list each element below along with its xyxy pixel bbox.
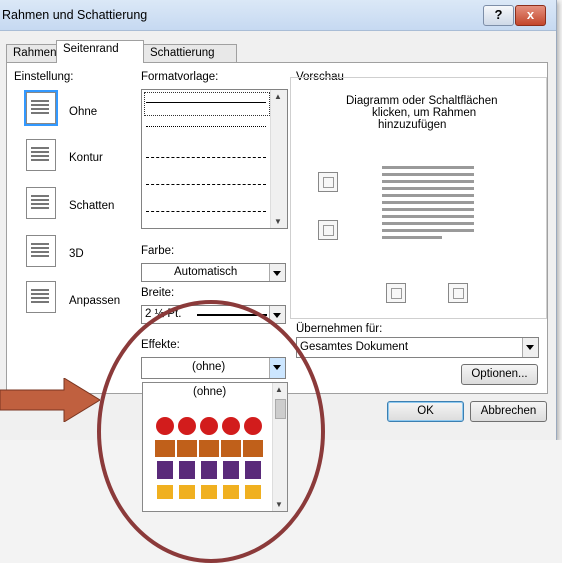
dialog-title: Rahmen und Schattierung	[2, 8, 148, 22]
preview-line	[382, 187, 474, 190]
line-style-list[interactable]: ▲ ▼	[141, 89, 288, 229]
style-long-dash[interactable]	[146, 184, 266, 185]
scroll-up-icon[interactable]: ▲	[275, 385, 283, 394]
close-icon: x	[526, 7, 535, 22]
tab-seitenrand[interactable]: Seitenrand	[56, 40, 144, 63]
page-icon	[31, 287, 49, 305]
border-bottom-button[interactable]	[318, 220, 338, 240]
dialog-window: Rahmen und Schattierung ? x Rahmen Seite…	[0, 0, 557, 440]
preview-line	[382, 229, 474, 232]
tab-rahmen[interactable]: Rahmen	[6, 44, 58, 62]
help-button[interactable]: ?	[483, 5, 514, 26]
preview-hint-3: hinzuzufügen	[378, 119, 447, 131]
border-left-icon	[391, 288, 402, 299]
settings-label: Einstellung:	[14, 71, 74, 83]
preview-line	[382, 201, 474, 204]
page-icon	[31, 193, 49, 211]
page-icon	[31, 241, 49, 259]
dropdown-scrollbar[interactable]: ▲ ▼	[272, 383, 287, 511]
style-dash-dot[interactable]	[146, 211, 266, 212]
dropdown-button[interactable]	[269, 358, 285, 378]
page-icon	[31, 145, 49, 163]
preview-line	[382, 173, 474, 176]
style-dotted[interactable]	[146, 126, 266, 127]
setting-kontur-label: Kontur	[69, 152, 103, 164]
help-icon: ?	[494, 7, 503, 22]
border-top-button[interactable]	[318, 172, 338, 192]
effect-option-none[interactable]: (ohne)	[143, 383, 269, 403]
selected-style	[144, 92, 270, 116]
farbe-value: Automatisch	[174, 266, 238, 278]
setting-ohne-button[interactable]	[24, 90, 58, 126]
chevron-down-icon	[273, 313, 281, 318]
style-dashed[interactable]	[146, 157, 266, 158]
preview-line	[382, 215, 474, 218]
chevron-down-icon	[273, 365, 281, 370]
setting-3d-label: 3D	[69, 248, 84, 260]
border-right-button[interactable]	[448, 283, 468, 303]
preview-line	[382, 222, 474, 225]
ok-button[interactable]: OK	[387, 401, 464, 422]
annotation-arrow-icon	[0, 378, 100, 422]
breite-select[interactable]: 2 ½ Pt.	[141, 305, 286, 324]
scroll-up-icon[interactable]: ▲	[274, 92, 282, 101]
drink-art-icon	[157, 461, 261, 479]
scroll-down-icon[interactable]: ▼	[274, 217, 282, 226]
style-solid[interactable]	[146, 102, 266, 103]
chevron-down-icon	[273, 271, 281, 276]
dropdown-button[interactable]	[269, 306, 285, 323]
breite-label: Breite:	[141, 287, 175, 299]
optionen-button[interactable]: Optionen...	[461, 364, 538, 385]
apple-art-icon	[156, 417, 262, 435]
tab-schattierung[interactable]: Schattierung	[143, 44, 237, 62]
preview-line	[382, 166, 474, 169]
close-button[interactable]: x	[515, 5, 546, 26]
setting-kontur-button[interactable]	[26, 139, 56, 171]
border-right-icon	[453, 288, 464, 299]
cake-art-icon	[155, 440, 263, 457]
effekte-select[interactable]: (ohne)	[141, 357, 286, 379]
cheese-art-icon	[157, 485, 261, 499]
farbe-label: Farbe:	[141, 245, 175, 257]
preview-line	[382, 194, 474, 197]
effect-option-label: (ohne)	[193, 386, 227, 398]
uebernehmen-select[interactable]: Gesamtes Dokument	[296, 337, 539, 358]
effect-option-drinks[interactable]	[143, 459, 269, 481]
setting-schatten-button[interactable]	[26, 187, 56, 219]
preview-hint-1: Diagramm oder Schaltflächen	[346, 95, 498, 107]
effect-option-apples[interactable]	[143, 415, 269, 437]
setting-anpassen-label: Anpassen	[69, 295, 121, 307]
dropdown-button[interactable]	[522, 338, 538, 357]
setting-anpassen-button[interactable]	[26, 281, 56, 313]
width-sample-line	[197, 314, 267, 316]
uebernehmen-label: Übernehmen für:	[296, 323, 383, 335]
page-icon	[31, 98, 49, 116]
preview-line	[382, 208, 474, 211]
cancel-button[interactable]: Abbrechen	[470, 401, 547, 422]
effekte-value: (ohne)	[192, 361, 226, 373]
border-left-button[interactable]	[386, 283, 406, 303]
preview-hint-2: klicken, um Rahmen	[372, 107, 477, 119]
effect-option-cheese[interactable]	[143, 481, 269, 503]
scroll-down-icon[interactable]: ▼	[275, 500, 283, 509]
scroll-thumb[interactable]	[275, 399, 286, 419]
setting-schatten-label: Schatten	[69, 200, 115, 212]
preview-line	[382, 180, 474, 183]
effekte-dropdown-list[interactable]: (ohne) ▲ ▼	[142, 382, 288, 512]
border-bottom-icon	[323, 225, 334, 236]
setting-ohne-label: Ohne	[69, 106, 98, 118]
effekte-label: Effekte:	[141, 339, 180, 351]
uebernehmen-value: Gesamtes Dokument	[300, 341, 409, 353]
title-bar: Rahmen und Schattierung ? x	[0, 0, 556, 31]
farbe-select[interactable]: Automatisch	[141, 263, 286, 282]
scrollbar[interactable]: ▲ ▼	[270, 90, 287, 228]
setting-3d-button[interactable]	[26, 235, 56, 267]
border-top-icon	[323, 177, 334, 188]
breite-value: 2 ½ Pt.	[145, 308, 182, 320]
preview-line	[382, 236, 442, 239]
effect-option-cake[interactable]	[143, 437, 269, 459]
dropdown-button[interactable]	[269, 264, 285, 281]
chevron-down-icon	[526, 345, 534, 350]
formatvorlage-label: Formatvorlage:	[141, 71, 219, 83]
